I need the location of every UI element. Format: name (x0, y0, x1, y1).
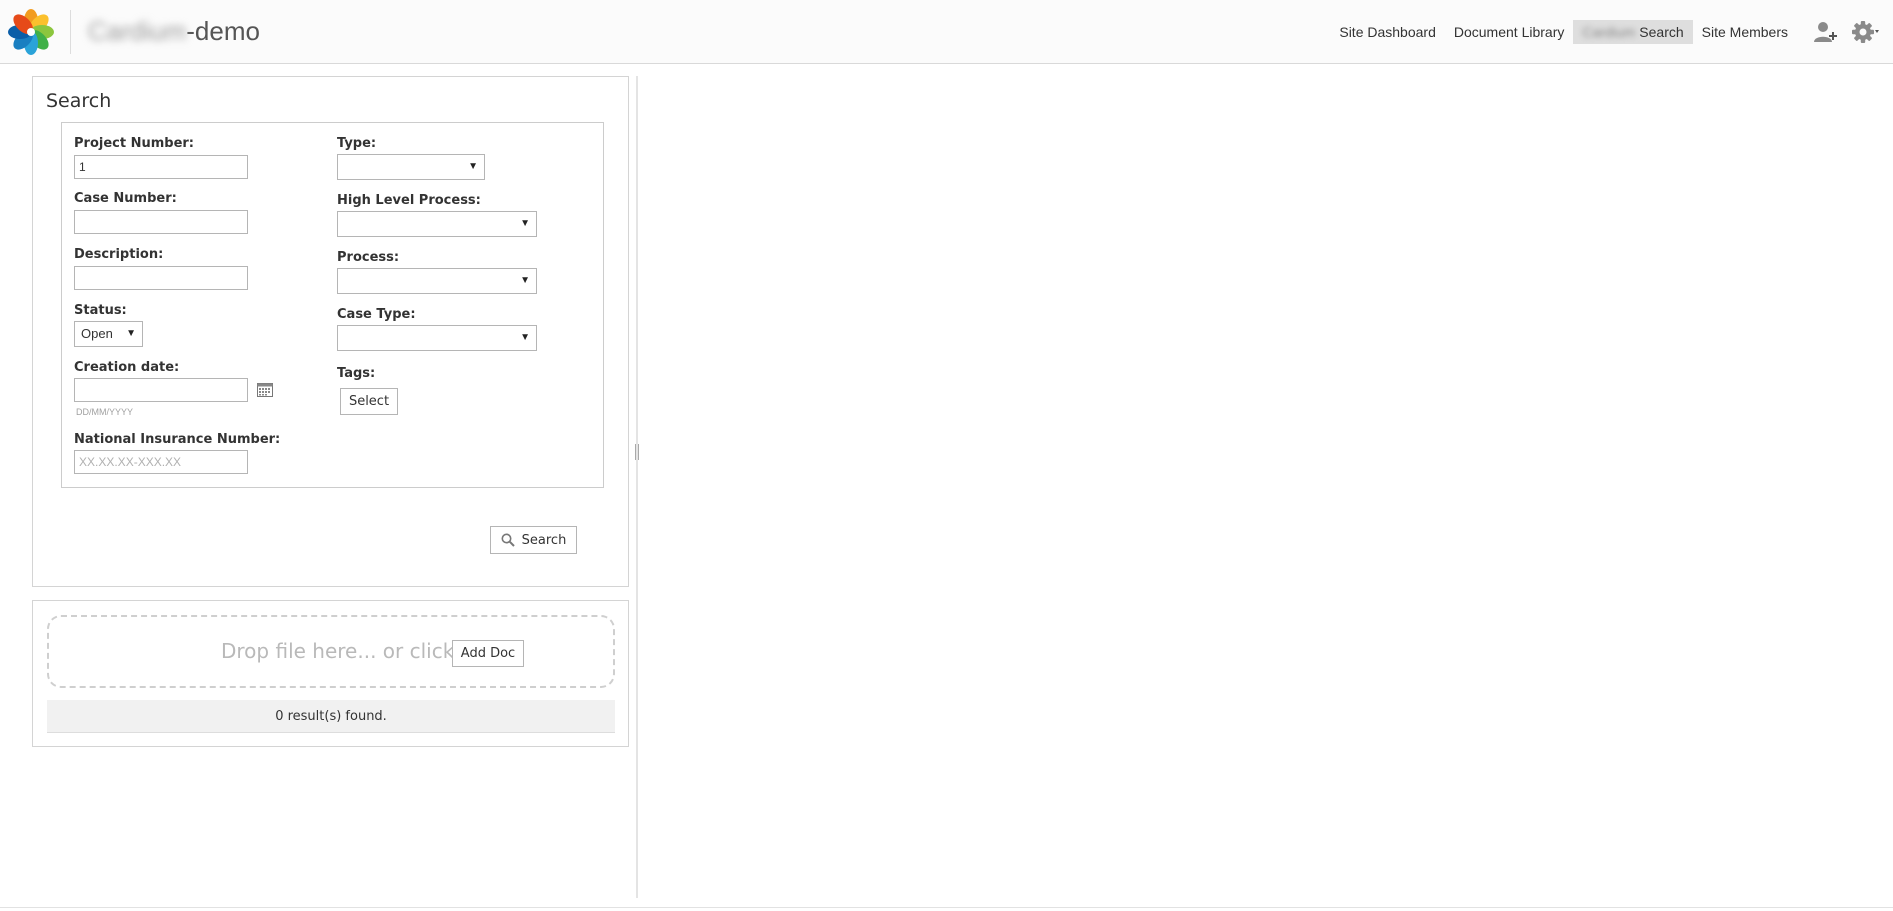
search-form: Project Number: Case Number: Description… (61, 122, 604, 488)
case-number-input[interactable] (74, 210, 248, 234)
description-label: Description: (74, 247, 164, 262)
nav-document-library[interactable]: Document Library (1445, 20, 1574, 44)
search-panel-title: Search (46, 90, 112, 112)
pane-splitter[interactable] (636, 76, 638, 898)
search-icon (501, 533, 515, 547)
chevron-down-icon: ▼ (520, 218, 530, 229)
results-count: 0 result(s) found. (47, 700, 615, 733)
status-select[interactable]: Open ▼ (74, 321, 143, 347)
description-input[interactable] (74, 266, 248, 290)
page-bottom-divider (0, 907, 1893, 908)
site-title[interactable]: Cardium-demo (88, 14, 260, 48)
search-panel: Search Project Number: Case Number: Desc… (32, 76, 629, 587)
type-select[interactable]: ▼ (337, 154, 485, 180)
case-type-select[interactable]: ▼ (337, 325, 537, 351)
project-number-label: Project Number: (74, 136, 195, 151)
process-select[interactable]: ▼ (337, 268, 537, 294)
search-button-label: Search (521, 532, 567, 548)
nav-site-dashboard[interactable]: Site Dashboard (1330, 20, 1445, 44)
nav-site-members[interactable]: Site Members (1693, 20, 1797, 44)
site-title-suffix: -demo (186, 16, 260, 46)
status-value: Open (81, 326, 113, 341)
project-number-input[interactable] (74, 155, 248, 179)
tags-label: Tags: (337, 366, 376, 381)
nav-search[interactable]: Cardium Search (1573, 20, 1693, 44)
search-button[interactable]: Search (490, 526, 577, 554)
chevron-down-icon: ▼ (468, 161, 478, 172)
high-level-process-label: High Level Process: (337, 193, 481, 208)
chevron-down-icon: ▼ (520, 332, 530, 343)
header-divider (70, 10, 71, 54)
dropzone-text: Drop file here... or click (221, 639, 455, 663)
site-nav: Site Dashboard Document Library Cardium S… (1330, 20, 1797, 44)
type-label: Type: (337, 136, 377, 151)
site-title-blurred: Cardium (88, 16, 187, 46)
add-user-icon[interactable] (1813, 20, 1837, 44)
creation-date-input[interactable] (74, 378, 248, 402)
date-format-hint: DD/MM/YYYY (76, 407, 134, 417)
nin-label: National Insurance Number: (74, 432, 281, 447)
status-label: Status: (74, 303, 127, 318)
chevron-down-icon: ▼ (520, 275, 530, 286)
high-level-process-select[interactable]: ▼ (337, 211, 537, 237)
creation-date-label: Creation date: (74, 360, 180, 375)
process-label: Process: (337, 250, 400, 265)
nin-input[interactable] (74, 450, 248, 474)
tags-select-button[interactable]: Select (340, 388, 398, 415)
app-header: Cardium-demo Site Dashboard Document Lib… (0, 0, 1893, 64)
calendar-icon[interactable] (257, 383, 273, 397)
results-panel: Drop file here... or click Add Doc 0 res… (32, 600, 629, 747)
case-number-label: Case Number: (74, 191, 177, 206)
splitter-handle[interactable] (634, 444, 640, 460)
case-type-label: Case Type: (337, 307, 416, 322)
gear-icon[interactable] (1851, 19, 1879, 45)
alfresco-logo-icon[interactable] (6, 7, 56, 57)
page-scrollbar[interactable] (1876, 64, 1893, 911)
nav-search-label: Search (1639, 24, 1684, 40)
nav-search-blurred: Cardium (1582, 24, 1636, 40)
file-dropzone[interactable]: Drop file here... or click Add Doc (47, 615, 615, 688)
chevron-down-icon: ▼ (126, 328, 136, 339)
add-doc-button[interactable]: Add Doc (452, 640, 524, 667)
